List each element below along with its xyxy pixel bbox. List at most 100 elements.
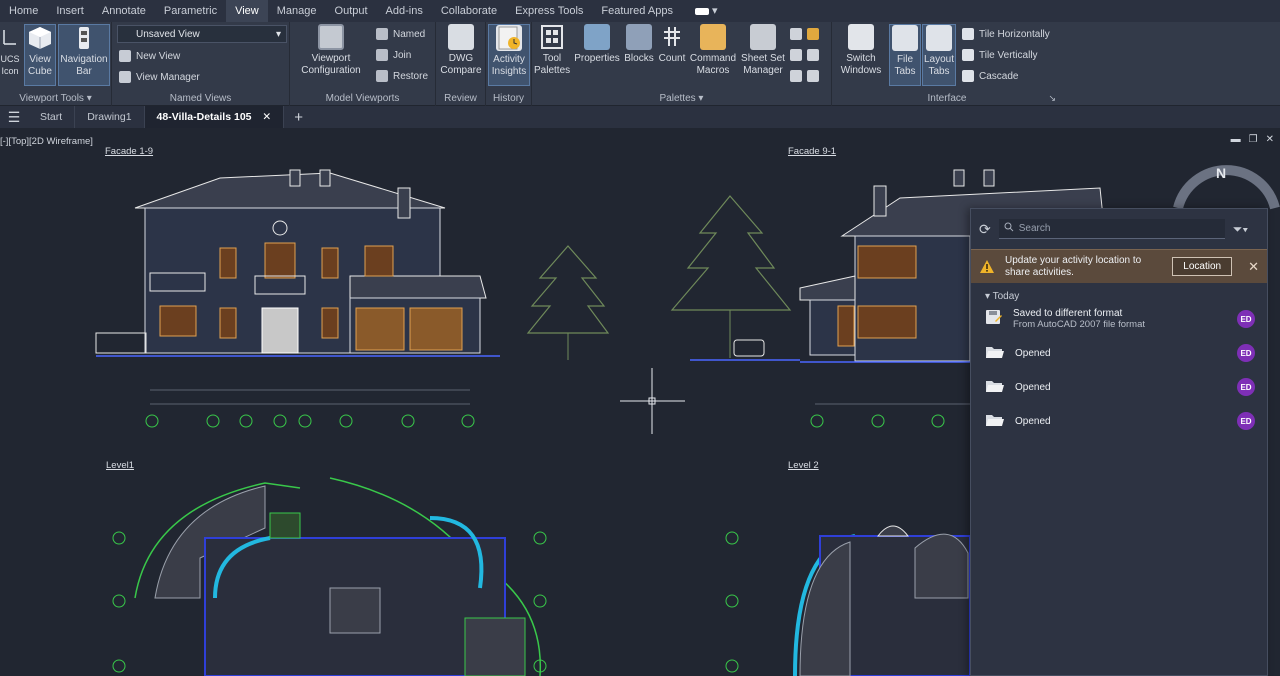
tab-insert[interactable]: Insert [47, 0, 93, 22]
avatar[interactable]: ED [1237, 344, 1255, 362]
panel-title: History [492, 93, 525, 104]
group-header-today[interactable]: ▾ Today [971, 283, 1267, 302]
new-tab-button[interactable]: + [284, 109, 313, 126]
save-as-icon [985, 309, 1003, 330]
viewport-configuration-button[interactable]: Viewport Configuration [294, 24, 368, 77]
named-viewports-button[interactable]: Named [376, 26, 425, 42]
new-view-button[interactable]: New View [119, 48, 180, 64]
avatar[interactable]: ED [1237, 378, 1255, 396]
view-manager-icon [119, 71, 131, 83]
join-viewports-button[interactable]: Join [376, 47, 411, 63]
command-macros-icon [700, 24, 726, 50]
palette-icon [790, 49, 802, 61]
minimize-icon[interactable]: ▬ [1231, 134, 1241, 145]
activity-header: ⟳ Search ⏷▾ [971, 209, 1267, 249]
panel-interface: Switch Windows File Tabs Layout Tabs Til… [832, 22, 1062, 106]
panel-title[interactable]: Viewport Tools ▾ [0, 93, 111, 104]
activity-search-input[interactable]: Search [998, 219, 1225, 239]
named-icon [376, 28, 388, 40]
viewcube-compass[interactable]: N [1173, 165, 1280, 210]
navigation-bar-button[interactable]: Navigation Bar [58, 24, 110, 86]
filter-icon[interactable]: ⏷▾ [1233, 222, 1248, 237]
tab-collaborate[interactable]: Collaborate [432, 0, 506, 22]
activity-insights-button[interactable]: Activity Insights [488, 24, 530, 86]
tab-express-tools[interactable]: Express Tools [506, 0, 592, 22]
activity-item[interactable]: Opened ED [971, 404, 1267, 438]
view-manager-button[interactable]: View Manager [119, 69, 200, 85]
file-tabs-icon [892, 25, 918, 51]
file-tab-start[interactable]: Start [28, 106, 76, 128]
switch-windows-button[interactable]: Switch Windows [838, 24, 884, 77]
properties-icon [584, 24, 610, 50]
tile-vertically-button[interactable]: Tile Vertically [962, 47, 1038, 63]
tile-horizontally-button[interactable]: Tile Horizontally [962, 26, 1050, 42]
tile-vertical-icon [962, 49, 974, 61]
tab-addins[interactable]: Add-ins [377, 0, 432, 22]
sheet-set-manager-button[interactable]: Sheet Set Manager [738, 24, 788, 77]
file-tab-villa[interactable]: 48-Villa-Details 105 ✕ [144, 106, 285, 128]
folder-open-icon [985, 412, 1005, 431]
tab-parametric[interactable]: Parametric [155, 0, 226, 22]
tile-horizontal-icon [962, 28, 974, 40]
cascade-button[interactable]: Cascade [962, 68, 1018, 84]
sheet-set-icon [750, 24, 776, 50]
panel-title: Interface [927, 93, 967, 104]
panel-named-views: Unsaved View ▾ New View View Manager Nam… [112, 22, 290, 106]
palette-small-button-2[interactable] [790, 47, 819, 63]
panel-title[interactable]: Palettes ▾ [532, 93, 831, 104]
floor-plan-level2 [793, 525, 971, 676]
banner-message: Update your activity location to share a… [1005, 254, 1142, 278]
chevron-down-icon: ▾ [275, 28, 281, 40]
ribbon: UCS Icon View Cube Navigation Bar Viewpo… [0, 22, 1280, 106]
palette-icon [790, 70, 802, 82]
tree-left [526, 245, 610, 360]
properties-button[interactable]: Properties [572, 24, 622, 65]
activity-item[interactable]: Saved to different format From AutoCAD 2… [971, 302, 1267, 336]
villa-facade-left [95, 169, 500, 357]
compare-icon [448, 24, 474, 50]
tab-output[interactable]: Output [326, 0, 377, 22]
layout-tabs-button[interactable]: Layout Tabs [922, 24, 956, 86]
ribbon-options-button[interactable]: ▾ [682, 0, 727, 22]
location-banner: Update your activity location to share a… [971, 249, 1267, 283]
tab-featured-apps[interactable]: Featured Apps [592, 0, 682, 22]
palette-small-button-1[interactable] [790, 26, 819, 42]
tab-manage[interactable]: Manage [268, 0, 326, 22]
activity-item[interactable]: Opened ED [971, 336, 1267, 370]
named-view-dropdown[interactable]: Unsaved View ▾ [117, 25, 287, 43]
tab-home[interactable]: Home [0, 0, 47, 22]
avatar[interactable]: ED [1237, 412, 1255, 430]
navbar-icon [71, 25, 97, 51]
avatar[interactable]: ED [1237, 310, 1255, 328]
ucs-icon-button[interactable]: UCS Icon [0, 24, 20, 77]
tab-annotate[interactable]: Annotate [93, 0, 155, 22]
switch-windows-icon [848, 24, 874, 50]
file-tabs-button[interactable]: File Tabs [889, 24, 921, 86]
ucs-icon [1, 24, 19, 50]
viewcube-button[interactable]: View Cube [24, 24, 56, 86]
close-icon[interactable]: ✕ [1266, 134, 1274, 145]
close-icon[interactable]: ✕ [1248, 259, 1259, 275]
refresh-icon[interactable]: ⟳ [979, 221, 991, 238]
dwg-compare-button[interactable]: DWG Compare [438, 24, 484, 77]
command-macros-button[interactable]: Command Macros [688, 24, 738, 77]
tab-view[interactable]: View [226, 0, 268, 22]
search-icon [1004, 222, 1014, 235]
activity-item[interactable]: Opened ED [971, 370, 1267, 404]
file-tab-drawing1[interactable]: Drawing1 [75, 106, 145, 128]
new-view-icon [119, 50, 131, 62]
activity-insights-icon [496, 25, 522, 51]
location-button[interactable]: Location [1172, 257, 1233, 276]
blocks-button[interactable]: Blocks [622, 24, 656, 65]
panel-review: DWG Compare Review [436, 22, 486, 106]
restore-icon[interactable]: ❐ [1249, 134, 1258, 145]
panel-palettes: Tool Palettes Properties Blocks Count Co… [532, 22, 832, 106]
restore-viewports-button[interactable]: Restore [376, 68, 428, 84]
tool-palettes-button[interactable]: Tool Palettes [534, 24, 570, 77]
panel-expand-icon[interactable]: ↘ [1048, 93, 1056, 104]
count-button[interactable]: Count [656, 24, 688, 65]
menu-icon[interactable]: ☰ [0, 109, 28, 126]
palette-small-button-3[interactable] [790, 68, 819, 84]
panel-title: Named Views [169, 93, 232, 104]
close-icon[interactable]: ✕ [262, 111, 271, 123]
